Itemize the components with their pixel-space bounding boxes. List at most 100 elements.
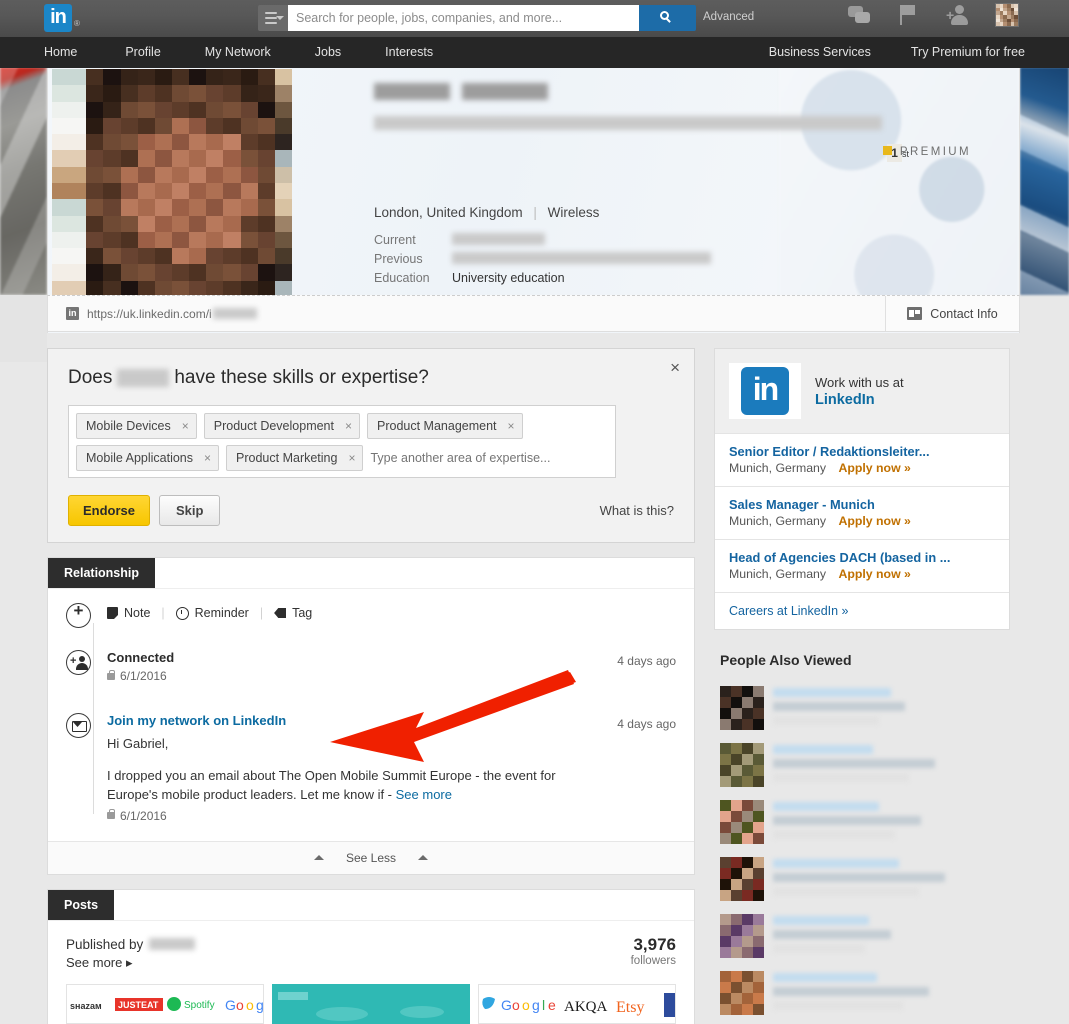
posts-body: Published by See more ▸ 3,976 followers … [48, 921, 694, 1024]
search-scope-dropdown[interactable] [258, 5, 288, 31]
list-item[interactable] [714, 851, 1010, 908]
list-item[interactable] [714, 965, 1010, 1022]
avatar [720, 800, 764, 844]
job-listing[interactable]: Sales Manager - Munich Munich, Germany A… [715, 486, 1009, 539]
nav-item-home[interactable]: Home [44, 37, 103, 68]
svg-text:o: o [522, 997, 530, 1013]
event-time-ago: 4 days ago [617, 654, 676, 668]
nav-item-business-services[interactable]: Business Services [729, 37, 871, 68]
fact-label: Previous [374, 252, 423, 266]
lock-icon [107, 809, 115, 820]
published-by-label: Published by [66, 936, 144, 952]
event-title-link[interactable]: Join my network on LinkedIn [107, 713, 676, 728]
posts-see-more[interactable]: See more ▸ [66, 955, 676, 971]
search-icon [660, 11, 669, 20]
contact-info-button[interactable]: Contact Info [885, 296, 1019, 331]
posts-tab[interactable]: Posts [48, 889, 115, 920]
nav-item-profile[interactable]: Profile [103, 37, 182, 68]
nav-item-my-network[interactable]: My Network [183, 37, 293, 68]
skills-input-box[interactable]: Mobile Devices × Product Development × P… [68, 405, 616, 478]
relationship-tab[interactable]: Relationship [48, 558, 156, 588]
job-listing[interactable]: Senior Editor / Redaktionsleiter... Muni… [715, 433, 1009, 486]
list-item[interactable] [714, 737, 1010, 794]
tag-icon [274, 608, 287, 618]
relationship-add-actions: Note | Reminder | Tag [107, 603, 676, 628]
page-root: in ® Advanced + Home [0, 0, 1069, 1024]
skill-chip[interactable]: Product Marketing × [226, 445, 364, 471]
event-date: 6/1/2016 [107, 809, 676, 823]
endorsement-actions: Endorse Skip What is this? [68, 495, 674, 526]
ocean-photo-icon [272, 983, 470, 1024]
see-less-button[interactable]: See Less [48, 840, 694, 874]
messages-icon[interactable] [848, 3, 872, 27]
add-skill-input[interactable] [370, 445, 608, 471]
profile-photo[interactable] [52, 69, 292, 297]
list-item[interactable] [714, 794, 1010, 851]
post-thumbnail-brands-2[interactable]: G o o g l e AKQA Etsy [477, 983, 676, 1024]
nav-item-jobs[interactable]: Jobs [293, 37, 363, 68]
add-icon[interactable] [66, 601, 91, 628]
remove-skill-icon[interactable]: × [345, 419, 352, 433]
nav-item-interests[interactable]: Interests [363, 37, 455, 68]
search-button[interactable] [639, 5, 696, 31]
add-tag-action[interactable]: Tag [274, 606, 312, 620]
post-thumbnails: sнаzaм JUSTEAT Spotify G o o g G o o g l… [66, 983, 676, 1024]
remove-skill-icon[interactable]: × [508, 419, 515, 433]
job-listing[interactable]: Head of Agencies DACH (based in ... Muni… [715, 539, 1009, 592]
svg-text:G: G [501, 997, 512, 1013]
add-note-action[interactable]: Note [107, 606, 150, 620]
apply-now-link[interactable]: Apply now » [838, 461, 910, 475]
add-connection-icon[interactable]: + [946, 3, 970, 27]
careers-link[interactable]: Careers at LinkedIn » [715, 592, 1009, 629]
svg-text:G: G [225, 997, 236, 1013]
public-url[interactable]: in https://uk.linkedin.com/i [48, 307, 257, 321]
profile-avatar[interactable] [995, 3, 1019, 27]
fact-value-redacted [452, 252, 711, 267]
close-icon[interactable]: × [670, 359, 680, 376]
profile-facts: Current Previous Education University ed… [374, 233, 711, 290]
see-more-link[interactable]: See more [396, 787, 452, 802]
skill-chip[interactable]: Product Management × [367, 413, 523, 439]
apply-now-link[interactable]: Apply now » [838, 567, 910, 581]
remove-skill-icon[interactable]: × [348, 451, 355, 465]
endorse-button[interactable]: Endorse [68, 495, 151, 526]
what-is-this-link[interactable]: What is this? [600, 503, 674, 518]
job-title[interactable]: Senior Editor / Redaktionsleiter... [729, 444, 995, 459]
right-sidebar: in Work with us at LinkedIn Senior Edito… [714, 348, 1010, 1024]
background-banner-right [1020, 67, 1069, 295]
remove-skill-icon[interactable]: × [204, 451, 211, 465]
list-item[interactable] [714, 908, 1010, 965]
advanced-search-link[interactable]: Advanced [703, 11, 754, 23]
svg-text:sнаzaм: sнаzaм [70, 1001, 102, 1011]
job-title[interactable]: Sales Manager - Munich [729, 497, 995, 512]
question-suffix: have these skills or expertise? [174, 367, 429, 388]
remove-skill-icon[interactable]: × [182, 419, 189, 433]
skill-label: Mobile Devices [86, 419, 171, 433]
primary-nav: Home Profile My Network Jobs Interests B… [0, 37, 1069, 68]
nav-item-try-premium[interactable]: Try Premium for free [871, 37, 1025, 68]
skip-button[interactable]: Skip [159, 495, 221, 526]
linkedin-logo-icon[interactable]: in [44, 4, 72, 32]
work-with-us-company[interactable]: LinkedIn [815, 392, 904, 408]
skill-chip[interactable]: Product Development × [203, 413, 360, 439]
background-banner-left [0, 67, 47, 295]
svg-text:Etsy: Etsy [616, 999, 644, 1016]
work-with-us-eyebrow: Work with us at [815, 374, 904, 390]
post-thumbnail-brands[interactable]: sнаzaм JUSTEAT Spotify G o o g [66, 983, 265, 1024]
apply-now-link[interactable]: Apply now » [838, 514, 910, 528]
flag-icon[interactable] [897, 3, 921, 27]
skill-chip[interactable]: Mobile Devices × [76, 413, 197, 439]
nav-left-group: Home Profile My Network Jobs Interests [44, 37, 455, 68]
event-date: 6/1/2016 [107, 669, 676, 683]
skill-chip[interactable]: Mobile Applications × [76, 445, 220, 471]
published-by-row: Published by [66, 937, 676, 952]
list-item[interactable] [714, 680, 1010, 737]
add-reminder-action[interactable]: Reminder [175, 606, 249, 620]
job-title[interactable]: Head of Agencies DACH (based in ... [729, 550, 995, 565]
note-icon [107, 607, 118, 619]
fact-label: Current [374, 233, 416, 247]
job-location: Munich, Germany [729, 461, 827, 475]
search-input[interactable] [288, 5, 639, 31]
job-location: Munich, Germany [729, 567, 827, 581]
post-thumbnail-photo[interactable] [272, 983, 470, 1024]
